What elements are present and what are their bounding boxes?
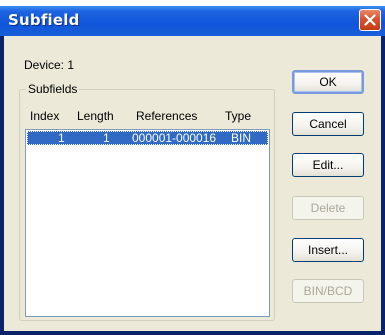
title-bar[interactable]: Subfield <box>0 6 385 36</box>
subfield-dialog: Subfield Device: 1 Subfields Index Lengt… <box>0 6 385 335</box>
ok-button[interactable]: OK <box>292 70 364 94</box>
dialog-body: Device: 1 Subfields Index Length Referen… <box>4 36 381 331</box>
bin-bcd-button[interactable]: BIN/BCD <box>292 279 364 303</box>
column-header-type: Type <box>225 109 252 123</box>
cell-length: 1 <box>103 131 110 145</box>
subfields-group-label: Subfields <box>26 82 80 96</box>
edit-button[interactable]: Edit... <box>292 153 364 177</box>
column-header-references: References <box>136 109 198 123</box>
delete-button[interactable]: Delete <box>292 196 364 220</box>
subfields-list[interactable]: 1 1 000001-000016 BIN <box>25 129 270 317</box>
column-header-index: Index <box>30 109 60 123</box>
cancel-button[interactable]: Cancel <box>292 112 364 136</box>
insert-button[interactable]: Insert... <box>292 238 364 262</box>
cell-index: 1 <box>58 131 65 145</box>
close-icon <box>364 14 376 26</box>
cell-type: BIN <box>231 131 252 145</box>
close-button[interactable] <box>359 9 381 31</box>
window-title: Subfield <box>8 11 80 29</box>
cell-references: 000001-000016 <box>132 131 217 145</box>
column-header-length: Length <box>77 109 114 123</box>
device-label: Device: 1 <box>24 58 75 72</box>
list-item[interactable]: 1 1 000001-000016 BIN <box>27 131 268 145</box>
